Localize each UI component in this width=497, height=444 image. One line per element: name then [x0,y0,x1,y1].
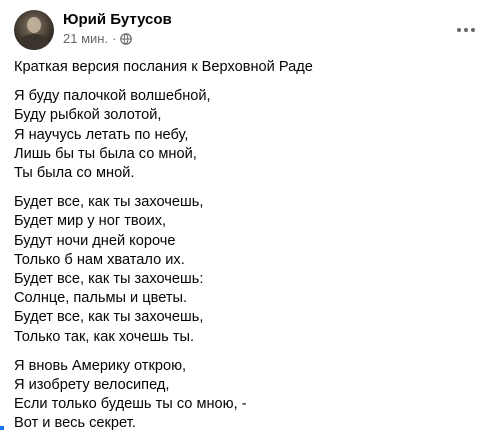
author-avatar[interactable] [14,10,54,50]
more-dot [471,28,475,32]
poem-line: Солнце, пальмы и цветы. [14,290,188,307]
post-timestamp[interactable]: 21 мин. [63,31,108,47]
poem-line: Ты была со мной. [14,165,135,182]
post-title: Краткая версия послания к Верховной Раде [14,59,313,75]
more-dot [457,28,461,32]
post-meta: 21 мин. · [63,31,133,47]
poem-stanza-1: Я буду палочкой волшебной, Буду рыбкой з… [14,87,484,183]
poem-line: Лишь бы ты была со мной, [14,145,197,162]
poem-line: Будет мир у ног твоих, [14,213,167,230]
poem-line: Буду рыбкой золотой, [14,107,162,124]
author-name[interactable]: Юрий Бутусов [63,10,172,30]
poem-line: Я буду палочкой волшебной, [14,88,211,105]
poem-line: Будет все, как ты захочешь, [14,194,204,211]
facebook-post: Юрий Бутусов 21 мин. · Краткая версия по… [0,0,497,431]
poem-line: Будет все, как ты захочешь, [14,309,204,326]
accent-edge-marker [0,426,4,430]
poem-line: Если только будешь ты со мною, - [14,396,247,413]
poem-stanza-2: Будет все, как ты захочешь, Будет мир у … [14,193,484,347]
poem-line: Будет все, как ты захочешь: [14,271,204,288]
meta-separator: · [112,31,117,46]
avatar-shoulders-shape [19,34,49,50]
poem-line: Только так, как хочешь ты. [14,328,195,345]
post-text: Краткая версия послания к Верховной Раде… [14,58,484,444]
globe-icon[interactable] [120,33,133,45]
poem-line: Я изобрету велосипед, [14,377,170,394]
poem-line: Вот и весь секрет. [14,415,136,432]
avatar-head-shape [27,17,41,33]
more-dot [464,28,468,32]
poem-line: Я научусь летать по небу, [14,126,189,143]
more-options-icon[interactable] [450,14,482,46]
poem-line: Только б нам хватало их. [14,251,185,268]
poem-line: Я вновь Америку открою, [14,357,187,374]
poem-stanza-3: Я вновь Америку открою, Я изобрету велос… [14,357,484,434]
poem-line: Будут ночи дней короче [14,232,176,249]
